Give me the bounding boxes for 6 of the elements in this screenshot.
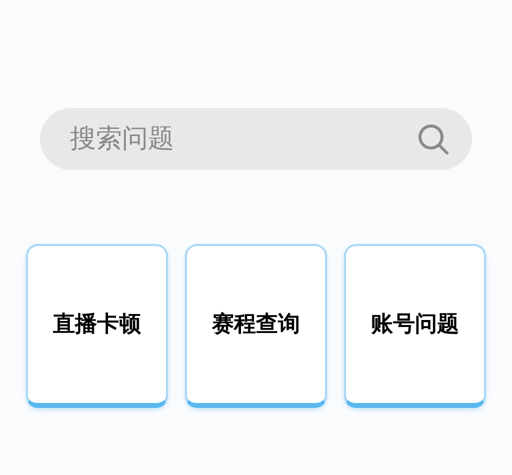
category-card[interactable]: 直播卡顿 (26, 244, 168, 408)
search-field[interactable]: 搜索问题 (40, 108, 472, 170)
category-card[interactable]: 赛程查询 (185, 244, 327, 408)
search-icon[interactable] (416, 122, 450, 156)
search-input[interactable]: 搜索问题 (70, 120, 370, 158)
category-card[interactable]: 账号问题 (344, 244, 486, 408)
